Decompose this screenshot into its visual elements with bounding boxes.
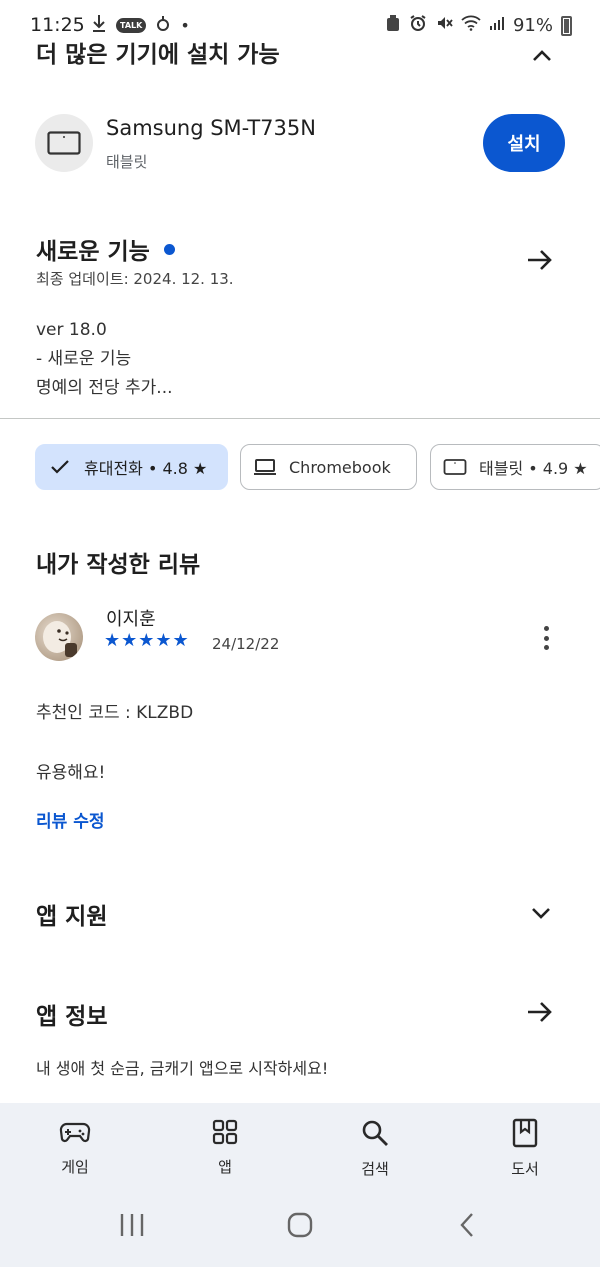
gamepad-icon <box>59 1122 91 1143</box>
release-note-line: - 새로운 기능 <box>36 349 132 369</box>
tablet-icon <box>443 459 467 475</box>
mute-icon <box>435 14 453 37</box>
last-updated: 최종 업데이트: 2024. 12. 13. <box>36 270 234 288</box>
recents-icon <box>120 1214 144 1236</box>
chevron-down-icon <box>532 908 550 919</box>
wifi-icon <box>461 15 481 36</box>
chevron-up-icon <box>533 50 551 61</box>
nav-label-books: 도서 <box>511 1160 539 1178</box>
recent-apps-button[interactable] <box>118 1212 146 1242</box>
home-button[interactable] <box>286 1212 314 1242</box>
recycle-icon <box>385 14 401 37</box>
download-icon <box>92 14 106 36</box>
kakaotalk-icon: TALK <box>116 17 147 33</box>
alarm-icon <box>409 14 427 37</box>
collapse-button[interactable] <box>528 42 556 70</box>
nav-label-apps: 앱 <box>218 1158 232 1176</box>
status-time: 11:25 <box>30 14 85 36</box>
review-date: 24/12/22 <box>212 635 280 653</box>
more-vert-icon-dot <box>543 626 549 631</box>
review-more-button[interactable] <box>532 622 560 654</box>
more-vert-icon-dot <box>543 635 549 641</box>
nav-label-games: 게임 <box>61 1158 89 1176</box>
app-info-arrow-button[interactable] <box>522 994 558 1030</box>
nav-item-search[interactable]: 검색 <box>330 1118 420 1179</box>
arrow-right-icon <box>528 250 552 270</box>
tablet-icon <box>47 131 81 155</box>
device-type: 태블릿 <box>106 153 148 171</box>
signal-icon <box>489 15 505 36</box>
avatar-image <box>43 621 77 657</box>
new-indicator-dot <box>163 243 175 255</box>
tablet-device-avatar <box>35 114 93 172</box>
battery-icon <box>561 15 572 36</box>
app-support-title[interactable]: 앱 지원 <box>36 897 108 931</box>
app-info-description: 내 생애 첫 순금, 금캐기 앱으로 시작하세요! <box>36 1059 329 1078</box>
back-icon <box>460 1213 473 1237</box>
chip-tablet[interactable]: 태블릿 • 4.9 ★ <box>430 444 600 490</box>
reviewer-name: 이지훈 <box>106 609 156 630</box>
search-icon <box>362 1120 388 1146</box>
back-button[interactable] <box>456 1212 480 1242</box>
review-text-line: 유용해요! <box>36 763 106 783</box>
review-text-line: 추천인 코드 : KLZBD <box>36 703 194 723</box>
more-notifications-dot-icon: • <box>180 15 190 35</box>
book-icon <box>512 1118 538 1148</box>
chip-phone[interactable]: 휴대전화 • 4.8 ★ <box>35 444 228 490</box>
section-divider <box>0 418 600 419</box>
whats-new-arrow-button[interactable] <box>522 242 558 278</box>
more-vert-icon-dot <box>543 645 549 650</box>
check-icon <box>51 460 69 474</box>
whats-new-header[interactable]: 새로운 기능 <box>36 232 175 266</box>
chip-phone-label: 휴대전화 • 4.8 ★ <box>84 459 208 478</box>
arrow-right-icon <box>528 1002 552 1022</box>
star-rating: ★★★★★ <box>104 630 190 651</box>
release-notes: ver 18.0 - 새로운 기능 명예의 전당 추가... <box>36 316 173 403</box>
app-info-title[interactable]: 앱 정보 <box>36 997 108 1031</box>
laptop-icon <box>254 459 276 475</box>
whats-new-title: 새로운 기능 <box>36 239 150 265</box>
avatar[interactable] <box>35 613 83 661</box>
app-support-expand-button[interactable] <box>526 898 556 928</box>
release-note-line: ver 18.0 <box>36 320 107 340</box>
app-notification-icon <box>156 14 170 36</box>
status-notification-icons: TALK • <box>92 14 190 36</box>
more-devices-title: 더 많은 기기에 설치 가능 <box>36 42 280 66</box>
device-name: Samsung SM-T735N <box>106 116 316 140</box>
release-note-line: 명예의 전당 추가... <box>36 378 173 398</box>
battery-percent: 91% <box>512 15 553 36</box>
apps-grid-icon <box>212 1119 238 1145</box>
nav-label-search: 검색 <box>361 1160 389 1178</box>
chip-chromebook[interactable]: Chromebook <box>240 444 417 490</box>
nav-item-apps[interactable]: 앱 <box>180 1118 270 1177</box>
my-review-title: 내가 작성한 리뷰 <box>36 552 201 578</box>
nav-item-games[interactable]: 게임 <box>30 1118 120 1177</box>
edit-review-link[interactable]: 리뷰 수정 <box>36 807 104 832</box>
status-system-icons: 91% <box>385 14 572 37</box>
nav-item-books[interactable]: 도서 <box>480 1118 570 1179</box>
home-icon <box>287 1212 313 1238</box>
chip-chromebook-label: Chromebook <box>289 457 391 477</box>
chip-tablet-label: 태블릿 • 4.9 ★ <box>479 459 588 478</box>
install-button[interactable]: 설치 <box>483 114 565 172</box>
